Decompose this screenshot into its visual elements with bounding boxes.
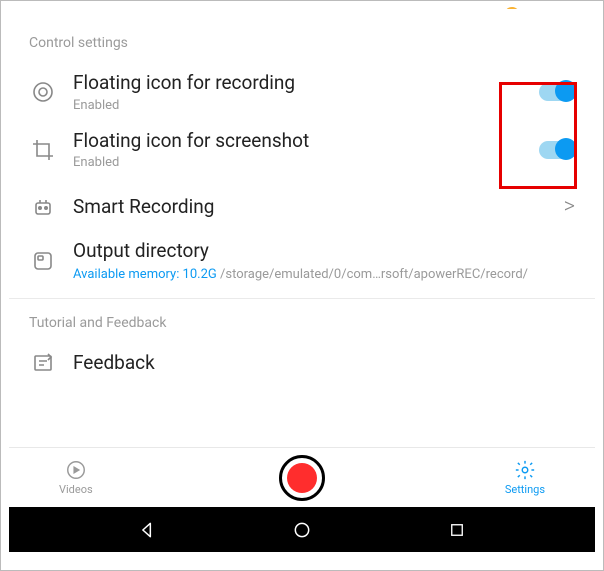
recent-apps-button[interactable] (445, 518, 469, 542)
available-memory: Available memory: 10.2G (73, 267, 217, 282)
setting-title: Feedback (73, 351, 575, 376)
setting-subtitle: Enabled (73, 155, 523, 170)
setting-title: Floating icon for screenshot (73, 129, 523, 154)
setting-output-directory[interactable]: Output directory Available memory: 10.2G… (9, 233, 595, 292)
bottom-nav: Videos Settings (9, 447, 595, 507)
system-nav-bar (9, 507, 595, 552)
nav-settings[interactable]: Settings (505, 459, 545, 496)
setting-title: Smart Recording (73, 195, 548, 220)
settings-list: Control settings Floating icon for recor… (9, 9, 595, 447)
section-header-tutorial: Tutorial and Feedback (9, 299, 595, 345)
record-button[interactable] (279, 455, 325, 501)
feedback-icon (29, 351, 57, 375)
record-circle-icon (29, 80, 57, 104)
setting-smart-recording[interactable]: Smart Recording > (9, 180, 595, 233)
setting-floating-recording[interactable]: Floating icon for recording Enabled (9, 65, 595, 123)
gear-icon (514, 459, 536, 481)
robot-icon (29, 195, 57, 219)
setting-feedback[interactable]: Feedback (9, 345, 595, 386)
record-dot-icon (287, 463, 317, 493)
section-header-control: Control settings (9, 27, 595, 65)
toggle-floating-screenshot[interactable] (539, 141, 575, 159)
setting-title: Floating icon for recording (73, 71, 523, 96)
nav-videos[interactable]: Videos (59, 459, 93, 496)
toggle-floating-recording[interactable] (539, 83, 575, 101)
setting-subtitle: Enabled (73, 98, 523, 113)
output-path: /storage/emulated/0/com…rsoft/apowerREC/… (217, 267, 528, 282)
back-button[interactable] (135, 518, 159, 542)
setting-floating-screenshot[interactable]: Floating icon for screenshot Enabled (9, 123, 595, 181)
crop-icon (29, 138, 57, 162)
setting-title: Output directory (73, 239, 575, 264)
nav-label: Settings (505, 483, 545, 496)
chevron-right-icon: > (564, 194, 575, 219)
home-button[interactable] (290, 518, 314, 542)
storage-icon (29, 249, 57, 273)
nav-label: Videos (59, 483, 93, 496)
play-circle-icon (65, 459, 87, 481)
